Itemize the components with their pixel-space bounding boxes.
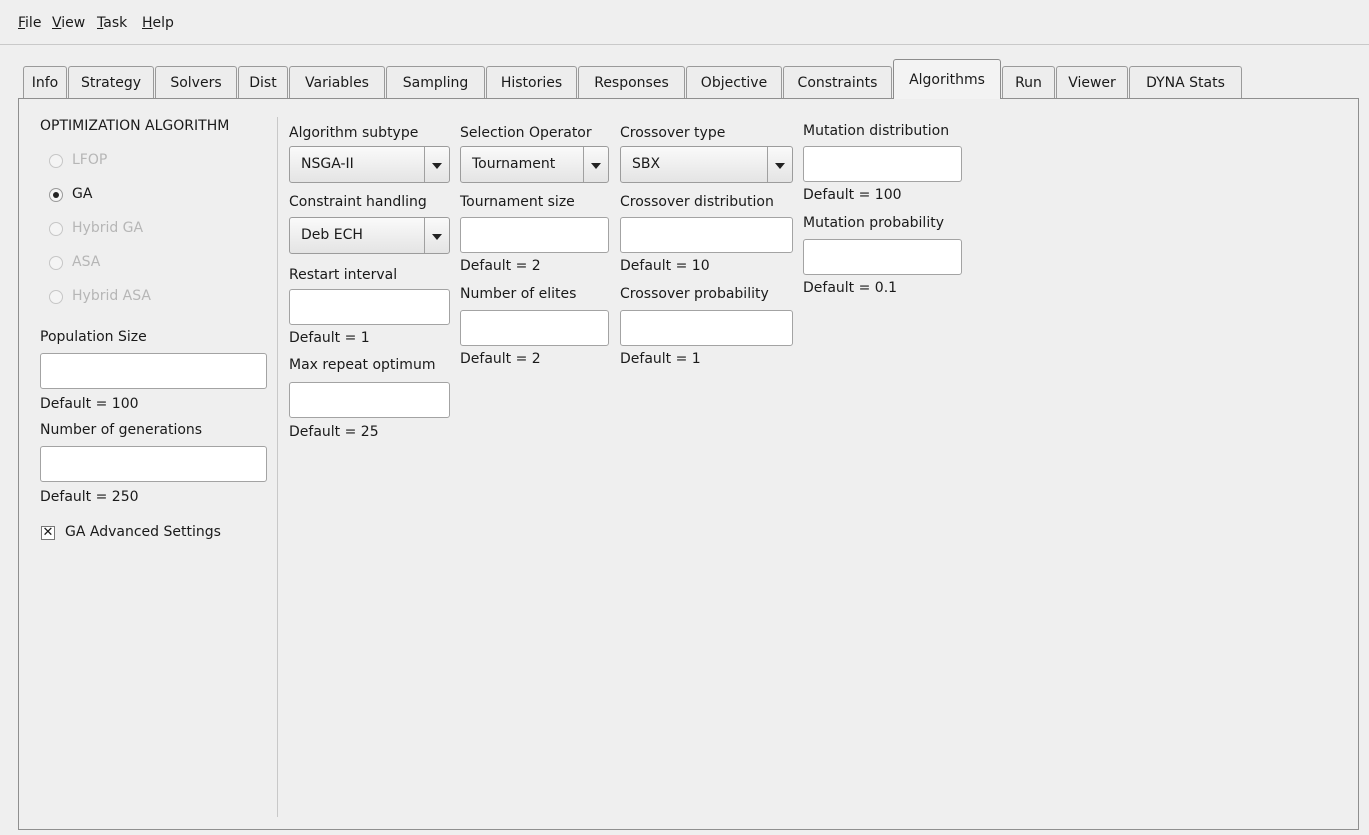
number-of-generations-input[interactable]	[40, 446, 267, 482]
mutation-probability-default: Default = 0.1	[803, 280, 898, 296]
restart-interval-default: Default = 1	[289, 330, 370, 346]
menu-help-label: elp	[152, 15, 174, 31]
selection-operator-value: Tournament	[472, 156, 556, 172]
menu-file-mnemonic: F	[18, 15, 26, 31]
tab-responses[interactable]: Responses	[578, 66, 685, 98]
restart-interval-label: Restart interval	[289, 267, 398, 283]
crossover-type-select[interactable]: SBX	[620, 146, 793, 183]
column-divider	[277, 117, 278, 817]
crossover-type-label: Crossover type	[620, 125, 726, 141]
crossover-distribution-label: Crossover distribution	[620, 194, 774, 210]
combo-separator	[583, 147, 584, 182]
population-size-input[interactable]	[40, 353, 267, 389]
algorithm-subtype-select[interactable]: NSGA-II	[289, 146, 450, 183]
mutation-distribution-label: Mutation distribution	[803, 123, 950, 139]
radio-ga-button[interactable]	[49, 188, 63, 202]
selection-operator-label: Selection Operator	[460, 125, 592, 141]
menu-help-mnemonic: H	[142, 15, 153, 31]
max-repeat-optimum-input[interactable]	[289, 382, 450, 418]
combo-separator	[424, 147, 425, 182]
number-of-elites-label: Number of elites	[460, 286, 577, 302]
tournament-size-input[interactable]	[460, 217, 609, 253]
constraint-handling-select[interactable]: Deb ECH	[289, 217, 450, 254]
chevron-down-icon	[775, 163, 785, 169]
menu-help[interactable]: Help	[142, 15, 174, 31]
menu-view[interactable]: View	[52, 15, 85, 31]
number-of-generations-default: Default = 250	[40, 489, 139, 505]
radio-ga-label: GA	[72, 186, 93, 202]
crossover-type-value: SBX	[632, 156, 661, 172]
algorithm-subtype-value: NSGA-II	[301, 156, 354, 172]
number-of-elites-default: Default = 2	[460, 351, 541, 367]
mutation-distribution-default: Default = 100	[803, 187, 902, 203]
crossover-probability-input[interactable]	[620, 310, 793, 346]
radio-asa-label: ASA	[72, 254, 101, 270]
tab-solvers[interactable]: Solvers	[155, 66, 237, 98]
mutation-probability-label: Mutation probability	[803, 215, 944, 231]
checkbox-checked-icon[interactable]: ✕	[41, 526, 55, 540]
crossover-distribution-default: Default = 10	[620, 258, 710, 274]
menu-file-label: ile	[25, 15, 42, 31]
crossover-probability-label: Crossover probability	[620, 286, 769, 302]
menu-task[interactable]: Task	[97, 15, 127, 31]
menu-view-label: iew	[61, 15, 86, 31]
optimization-algorithm-heading: OPTIMIZATION ALGORITHM	[40, 118, 230, 134]
tab-histories[interactable]: Histories	[486, 66, 577, 98]
selection-operator-select[interactable]: Tournament	[460, 146, 609, 183]
radio-hybrid-asa-label: Hybrid ASA	[72, 288, 151, 304]
combo-separator	[767, 147, 768, 182]
max-repeat-optimum-default: Default = 25	[289, 424, 379, 440]
tab-viewer[interactable]: Viewer	[1056, 66, 1128, 98]
tab-strategy[interactable]: Strategy	[68, 66, 154, 98]
radio-lfop-button[interactable]	[49, 154, 63, 168]
chevron-down-icon	[432, 163, 442, 169]
tournament-size-default: Default = 2	[460, 258, 541, 274]
population-size-default: Default = 100	[40, 396, 139, 412]
mutation-distribution-input[interactable]	[803, 146, 962, 182]
tab-sampling[interactable]: Sampling	[386, 66, 485, 98]
radio-hybrid-ga-button[interactable]	[49, 222, 63, 236]
chevron-down-icon	[432, 234, 442, 240]
tab-constraints[interactable]: Constraints	[783, 66, 892, 98]
menu-task-label: ask	[103, 15, 128, 31]
chevron-down-icon	[591, 163, 601, 169]
tab-run[interactable]: Run	[1002, 66, 1055, 98]
tab-objective[interactable]: Objective	[686, 66, 782, 98]
crossover-distribution-input[interactable]	[620, 217, 793, 253]
max-repeat-optimum-label: Max repeat optimum	[289, 357, 436, 373]
restart-interval-input[interactable]	[289, 289, 450, 325]
crossover-probability-default: Default = 1	[620, 351, 701, 367]
combo-separator	[424, 218, 425, 253]
menu-file[interactable]: File	[18, 15, 41, 31]
menu-bar: File View Task Help	[0, 0, 1369, 45]
radio-asa-button[interactable]	[49, 256, 63, 270]
tournament-size-label: Tournament size	[460, 194, 575, 210]
mutation-probability-input[interactable]	[803, 239, 962, 275]
radio-lfop-label: LFOP	[72, 152, 108, 168]
tab-info[interactable]: Info	[23, 66, 67, 98]
tab-variables[interactable]: Variables	[289, 66, 385, 98]
radio-hybrid-asa-button[interactable]	[49, 290, 63, 304]
algorithm-subtype-label: Algorithm subtype	[289, 125, 419, 141]
constraint-handling-value: Deb ECH	[301, 227, 363, 243]
constraint-handling-label: Constraint handling	[289, 194, 427, 210]
tab-algorithms[interactable]: Algorithms	[893, 59, 1001, 99]
number-of-generations-label: Number of generations	[40, 422, 203, 438]
menu-view-mnemonic: V	[52, 15, 62, 31]
tab-dyna-stats[interactable]: DYNA Stats	[1129, 66, 1242, 98]
ga-advanced-settings-label: GA Advanced Settings	[65, 524, 221, 540]
radio-hybrid-ga-label: Hybrid GA	[72, 220, 144, 236]
tab-dist[interactable]: Dist	[238, 66, 288, 98]
number-of-elites-input[interactable]	[460, 310, 609, 346]
population-size-label: Population Size	[40, 329, 147, 345]
